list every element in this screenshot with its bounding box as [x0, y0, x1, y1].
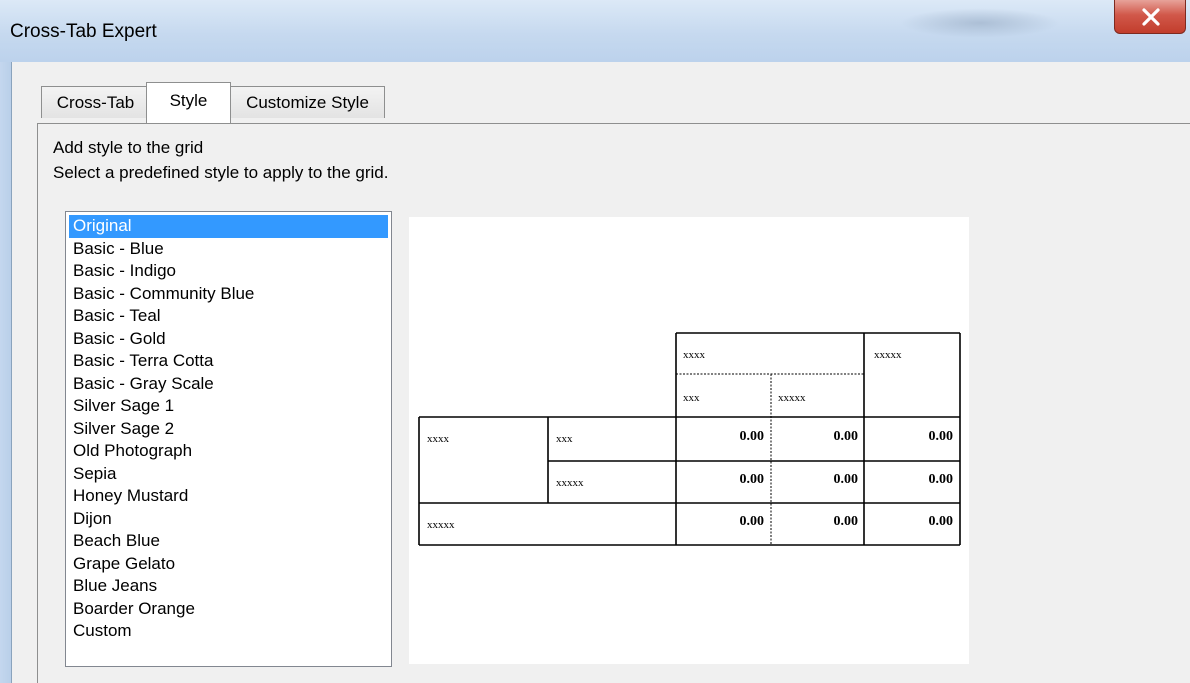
style-list-item[interactable]: Sepia: [69, 463, 388, 486]
tab-customize-style[interactable]: Customize Style: [230, 86, 385, 118]
title-bar-glow: [900, 8, 1060, 38]
preview-col-group-header: xxxx: [683, 349, 705, 361]
preview-col-header-1: xxx: [683, 392, 700, 404]
preview-cell: 0.00: [739, 429, 765, 444]
style-preview: xxxx xxxxx xxx xxxxx xxxx xxx xxxxx xxxx…: [409, 217, 969, 664]
style-list-item[interactable]: Grape Gelato: [69, 553, 388, 576]
preview-cell: 0.00: [833, 429, 859, 444]
tab-cross-tab-label: Cross-Tab: [56, 93, 135, 112]
style-listbox[interactable]: Original Basic - Blue Basic - Indigo Basic …: [65, 211, 392, 667]
preview-col-header-2: xxxxx: [778, 392, 806, 404]
style-list-item[interactable]: Silver Sage 1: [69, 395, 388, 418]
style-list-item[interactable]: Beach Blue: [69, 530, 388, 553]
style-list-item[interactable]: Old Photograph: [69, 440, 388, 463]
style-list-item[interactable]: Dijon: [69, 508, 388, 531]
style-list-item[interactable]: Basic - Blue: [69, 238, 388, 261]
preview-cell: 0.00: [833, 472, 859, 487]
panel-heading: Add style to the grid: [53, 138, 204, 157]
style-list-item[interactable]: Silver Sage 2: [69, 418, 388, 441]
tab-cross-tab[interactable]: Cross-Tab: [41, 86, 150, 118]
tab-style[interactable]: Style: [146, 82, 231, 123]
panel-instruction: Select a predefined style to apply to th…: [53, 163, 389, 182]
preview-cell: 0.00: [928, 514, 954, 529]
preview-cell: 0.00: [833, 514, 859, 529]
tab-style-label: Style: [169, 91, 208, 110]
preview-row-group-label: xxxx: [427, 433, 449, 445]
close-icon: [1142, 8, 1160, 26]
style-list-item[interactable]: Basic - Community Blue: [69, 283, 388, 306]
preview-row-sub-label-2: xxxxx: [556, 477, 584, 489]
style-list-item[interactable]: Custom: [69, 620, 388, 643]
preview-cell: 0.00: [928, 472, 954, 487]
title-bar[interactable]: Cross-Tab Expert: [0, 0, 1190, 62]
preview-row-total-label: xxxxx: [427, 519, 455, 531]
preview-row-sub-label-1: xxx: [556, 433, 573, 445]
style-list-item[interactable]: Basic - Terra Cotta: [69, 350, 388, 373]
preview-cell: 0.00: [739, 514, 765, 529]
window-frame-left: [0, 62, 12, 683]
style-list-item[interactable]: Basic - Gold: [69, 328, 388, 351]
preview-cell: 0.00: [928, 429, 954, 444]
style-list-item[interactable]: Blue Jeans: [69, 575, 388, 598]
style-list-item[interactable]: Honey Mustard: [69, 485, 388, 508]
preview-cell: 0.00: [739, 472, 765, 487]
style-list-item[interactable]: Basic - Gray Scale: [69, 373, 388, 396]
window-title: Cross-Tab Expert: [10, 21, 157, 42]
close-button[interactable]: [1114, 0, 1186, 34]
style-list-item[interactable]: Boarder Orange: [69, 598, 388, 621]
tab-customize-style-label: Customize Style: [246, 93, 369, 112]
style-list-item[interactable]: Basic - Teal: [69, 305, 388, 328]
style-list-item[interactable]: Basic - Indigo: [69, 260, 388, 283]
style-list-item[interactable]: Original: [69, 215, 388, 238]
preview-col-total-header: xxxxx: [874, 349, 902, 361]
